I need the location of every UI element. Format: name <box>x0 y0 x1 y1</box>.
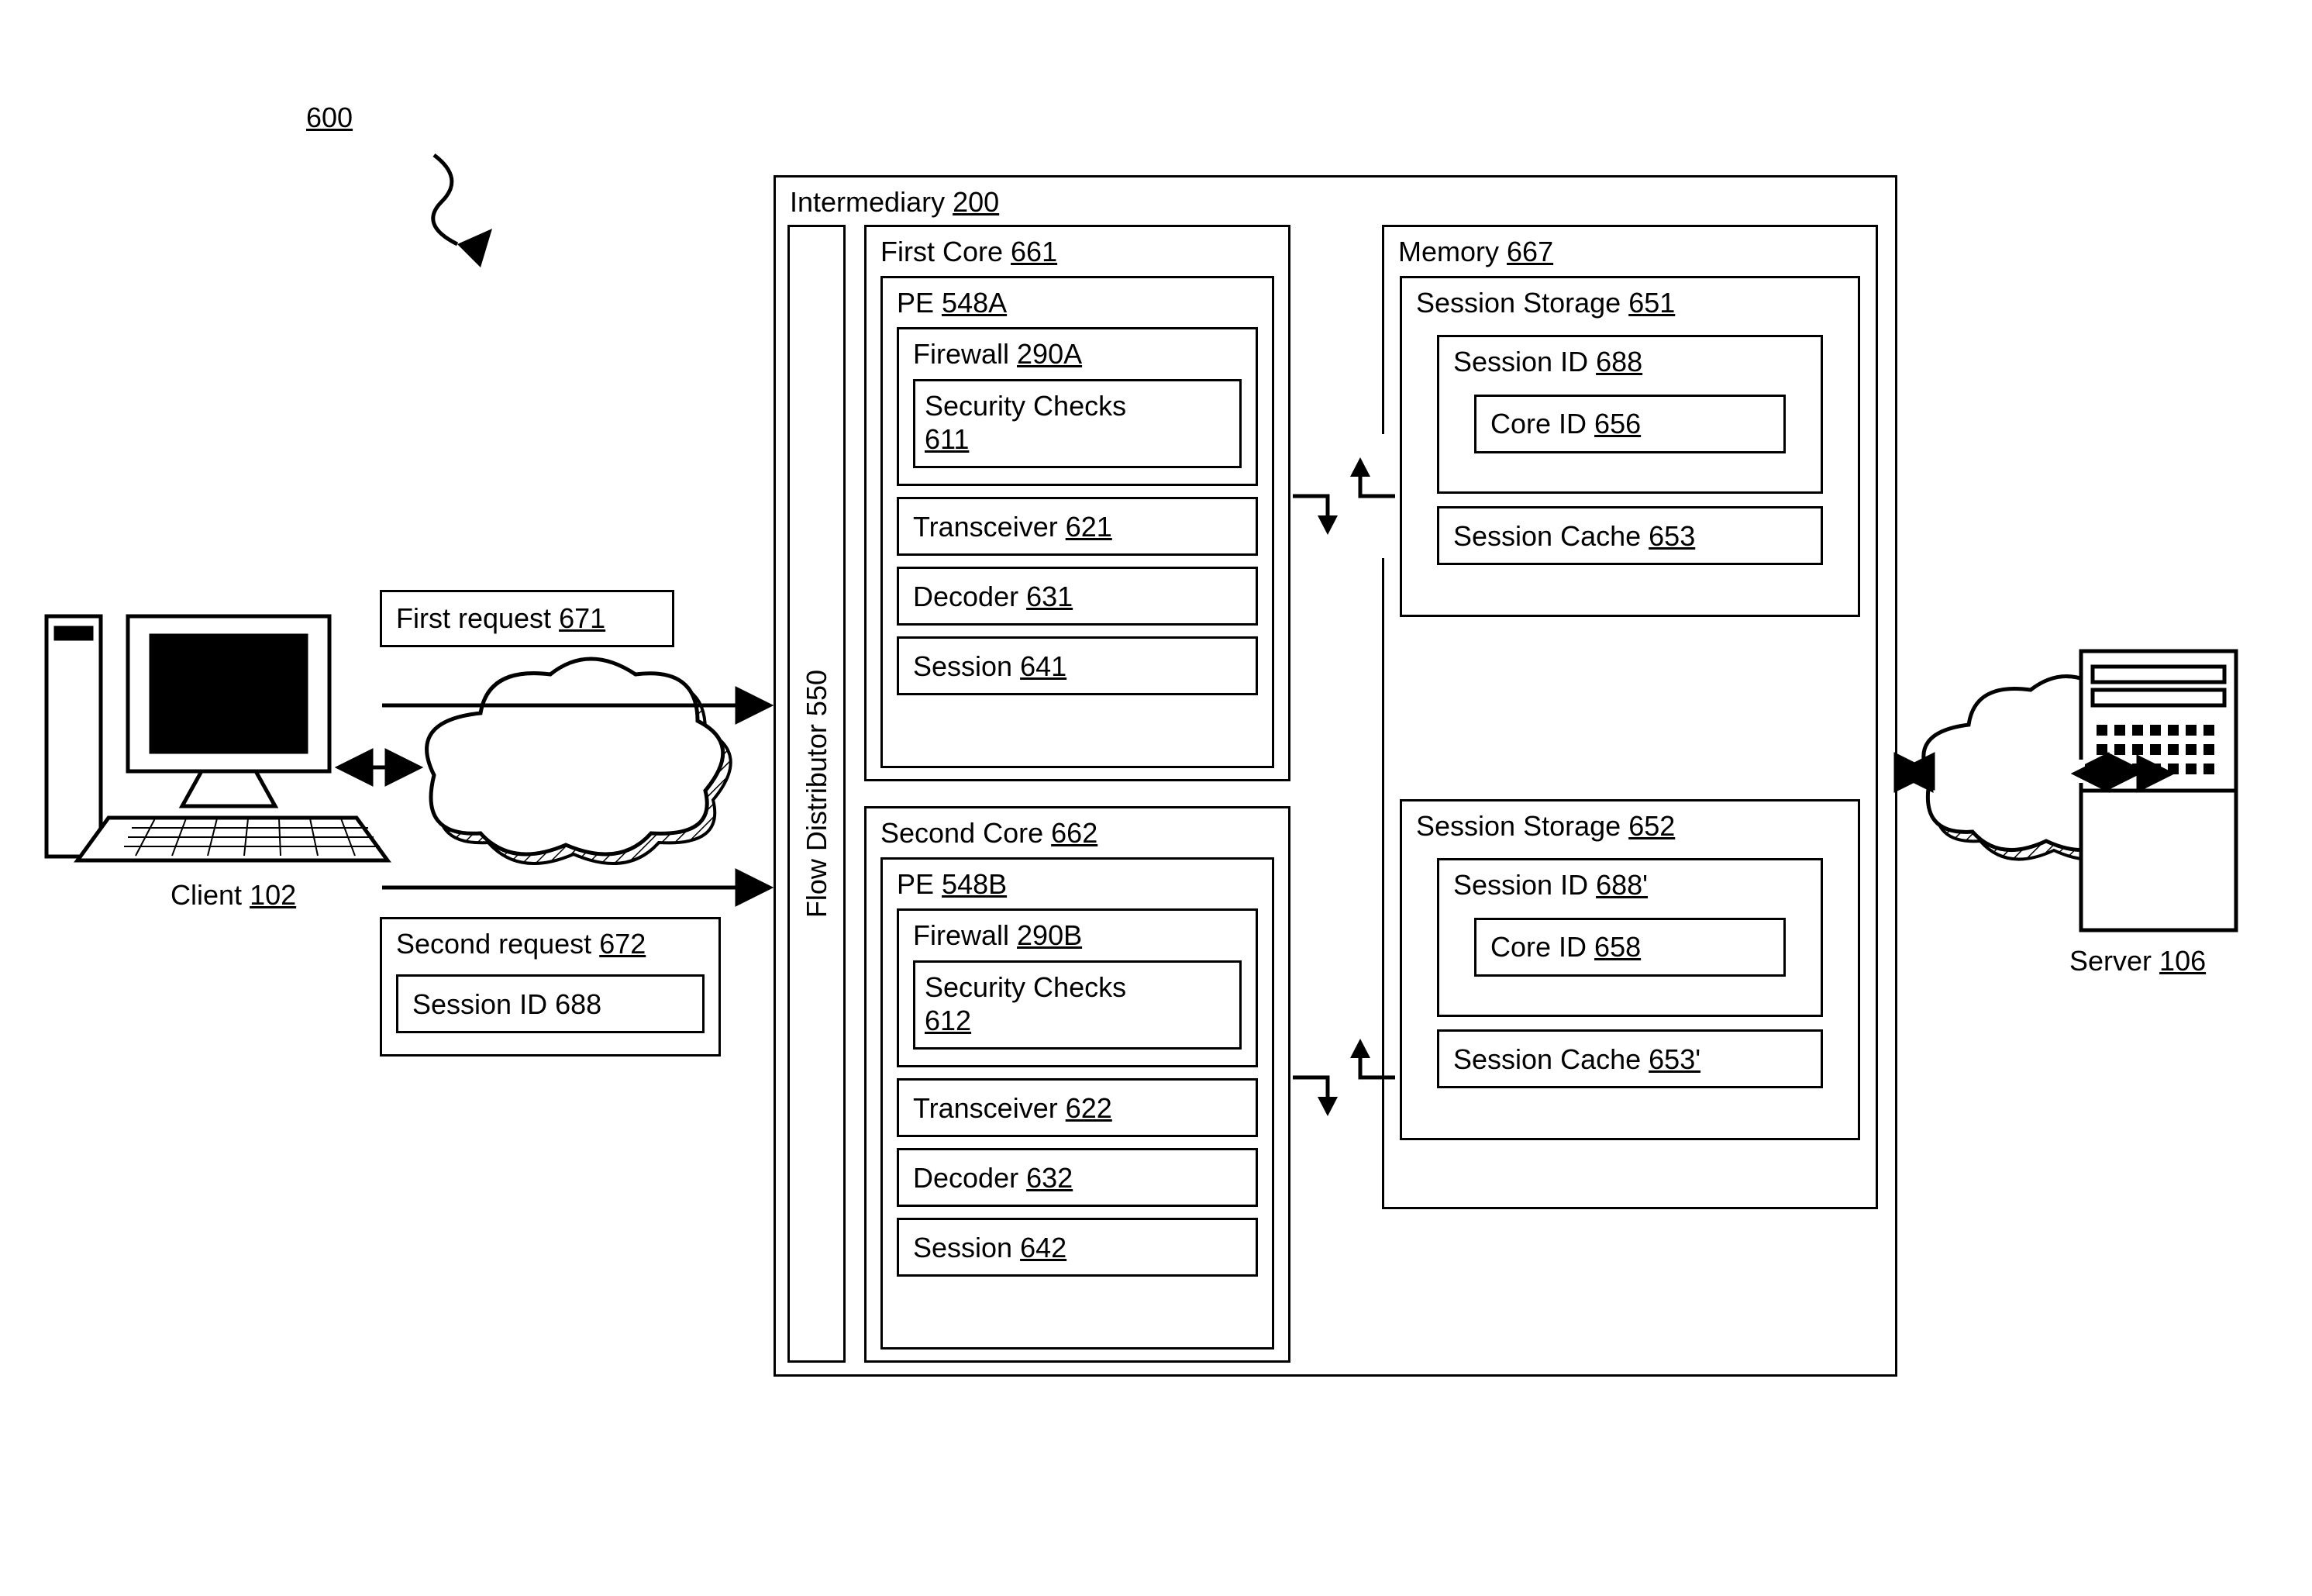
session-id-688-label: Session ID 688 <box>1439 337 1821 378</box>
session-cache-653p: Session Cache 653' <box>1437 1029 1823 1088</box>
session-id-688p: Session ID 688' Core ID 658 <box>1437 858 1823 1017</box>
core-id-658: Core ID 658 <box>1474 918 1786 977</box>
pe-548a-label: PE 548A <box>883 278 1272 319</box>
flow-distributor: Flow Distributor 550 <box>787 225 846 1363</box>
firewall-290a-label: Firewall 290A <box>899 329 1256 371</box>
client-computer-icon <box>47 616 388 860</box>
memory: Memory 667 Session Storage 651 Session I… <box>1382 225 1878 1209</box>
client-label: Client 102 <box>171 878 296 912</box>
transceiver-622: Transceiver 622 <box>897 1078 1258 1137</box>
firewall-290a: Firewall 290A Security Checks 611 <box>897 327 1258 486</box>
second-request-session-id: Session ID 688 <box>396 974 705 1033</box>
firewall-290b: Firewall 290B Security Checks 612 <box>897 908 1258 1067</box>
core-id-656: Core ID 656 <box>1474 395 1786 453</box>
session-storage-651-label: Session Storage 651 <box>1402 278 1858 319</box>
diagram-canvas: 600 First request 671 Second request 672… <box>0 0 2312 1596</box>
session-storage-652: Session Storage 652 Session ID 688' Core… <box>1400 799 1860 1140</box>
session-642: Session 642 <box>897 1218 1258 1277</box>
security-checks-612: Security Checks 612 <box>913 960 1242 1050</box>
second-request: Second request 672 Session ID 688 <box>380 917 721 1057</box>
first-request: First request 671 <box>380 590 674 647</box>
second-request-label: Second request 672 <box>382 919 718 960</box>
session-storage-652-label: Session Storage 652 <box>1402 801 1858 843</box>
memory-label: Memory 667 <box>1384 227 1876 268</box>
figure-id: 600 <box>306 101 353 134</box>
first-core-label: First Core 661 <box>867 227 1288 268</box>
pe-548a: PE 548A Firewall 290A Security Checks 61… <box>880 276 1274 768</box>
session-id-688p-label: Session ID 688' <box>1439 860 1821 901</box>
session-storage-651: Session Storage 651 Session ID 688 Core … <box>1400 276 1860 617</box>
security-checks-611: Security Checks 611 <box>913 379 1242 468</box>
decoder-632: Decoder 632 <box>897 1148 1258 1207</box>
pe-548b-label: PE 548B <box>883 860 1272 901</box>
network-left-label: Network 104 <box>487 738 626 805</box>
intermediary-label: Intermediary 200 <box>776 178 1895 219</box>
first-core: First Core 661 PE 548A Firewall 290A Sec… <box>864 225 1290 781</box>
transceiver-621: Transceiver 621 <box>897 497 1258 556</box>
session-cache-653: Session Cache 653 <box>1437 506 1823 565</box>
server-label: Server 106 <box>2069 944 2206 977</box>
first-request-label: First request 671 <box>396 602 605 635</box>
flow-distributor-label: Flow Distributor 550 <box>801 670 833 918</box>
network-right-label: Network 104 <box>1969 740 2108 807</box>
second-core-label: Second Core 662 <box>867 808 1288 850</box>
decoder-631: Decoder 631 <box>897 567 1258 626</box>
second-core: Second Core 662 PE 548B Firewall 290B Se… <box>864 806 1290 1363</box>
firewall-290b-label: Firewall 290B <box>899 911 1256 952</box>
pe-548b: PE 548B Firewall 290B Security Checks 61… <box>880 857 1274 1350</box>
session-641: Session 641 <box>897 636 1258 695</box>
session-id-688: Session ID 688 Core ID 656 <box>1437 335 1823 494</box>
